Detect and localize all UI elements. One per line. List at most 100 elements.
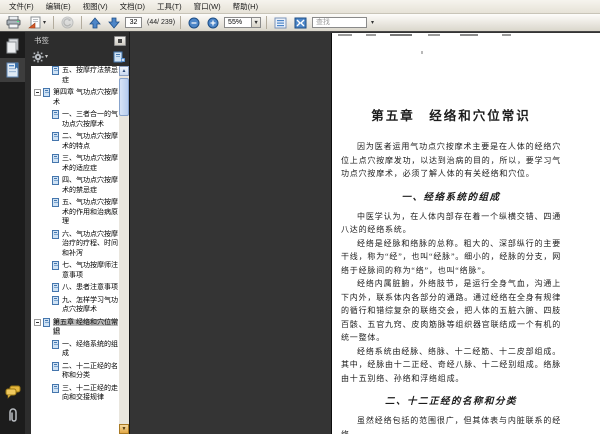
bookmark-label[interactable]: 三、十二正经的走向和交接规律: [62, 385, 118, 402]
scrollbar-thumb[interactable]: [119, 78, 129, 116]
bookmark-item[interactable]: 一、三者合一的气功点穴按摩术: [33, 110, 118, 129]
bookmarks-panel-header: 书签: [25, 32, 129, 49]
bookmarks-options-row: ▾: [25, 49, 129, 66]
print-icon: [6, 16, 21, 29]
collapse-expander-icon[interactable]: [34, 318, 41, 326]
page-number-input[interactable]: [125, 17, 143, 28]
bookmark-page-icon: [52, 261, 59, 270]
fit-page-icon: [294, 17, 307, 28]
bookmark-label[interactable]: 九、怎样学习气功点穴按摩术: [62, 297, 118, 314]
scan-noise: [428, 34, 440, 36]
bookmark-page-icon: [52, 132, 59, 141]
bookmark-item[interactable]: 七、气功按摩师注意事项: [33, 261, 118, 280]
email-button[interactable]: ▾: [26, 15, 48, 30]
bookmark-label[interactable]: 一、三者合一的气功点穴按摩术: [62, 111, 118, 128]
email-dropdown-caret[interactable]: ▾: [43, 19, 46, 26]
page-text-block: 虽然经络包括的范围很广，但其体表与内脏联系的经络，: [341, 416, 561, 434]
bookmark-label[interactable]: 六、气功点穴按摩治疗的疗程、时间和补泻: [62, 231, 118, 257]
bookmark-item[interactable]: 五、按摩疗法禁忌症: [33, 66, 118, 85]
previous-page-icon: [89, 16, 101, 28]
zoom-level-select[interactable]: 55% ▼: [224, 17, 262, 28]
bookmark-label[interactable]: 三、气功点穴按摩术的适应症: [62, 155, 118, 172]
previous-view-button[interactable]: [59, 15, 76, 30]
bookmark-label[interactable]: 第四章 气功点穴按摩术: [53, 89, 118, 106]
bookmark-item[interactable]: 四、气功点穴按摩术的禁忌症: [33, 176, 118, 195]
scan-noise: [421, 51, 423, 54]
menu-item[interactable]: 帮助(H): [227, 0, 264, 13]
bookmarks-tree-container: 五、按摩疗法禁忌症 第四章 气功点穴按摩术 一、三者合一的气功点穴按摩术 二、气…: [31, 66, 129, 434]
bookmark-page-icon: [52, 295, 59, 305]
tab-attachments[interactable]: [0, 404, 25, 428]
print-button[interactable]: [4, 15, 23, 30]
bookmark-label[interactable]: 五、气功点穴按摩术的作用和治病原理: [62, 199, 118, 225]
bookmark-label[interactable]: 四、气功点穴按摩术的禁忌症: [62, 177, 118, 194]
expand-current-bookmark-button[interactable]: [113, 51, 125, 63]
options-menu-button[interactable]: ▾: [32, 51, 48, 63]
fit-width-button[interactable]: [272, 15, 289, 30]
bookmark-item[interactable]: 三、气功点穴按摩术的适应症: [33, 154, 118, 173]
page-text-block: 因为医者运用气功点穴按摩术主要是在人体的经络穴位上点穴按摩发功，以达到治病的目的…: [341, 142, 561, 178]
bookmark-page-icon: [43, 317, 50, 327]
scroll-up-button[interactable]: ▲: [119, 66, 129, 76]
document-pane[interactable]: 第五章 经络和穴位常识 因为医者运用气功点穴按摩术主要是在人体的经络穴位上点穴按…: [130, 32, 600, 434]
fit-page-button[interactable]: [292, 15, 309, 30]
bookmark-label[interactable]: 二、十二正经的名称和分类: [62, 363, 118, 380]
bookmark-item[interactable]: 九、怎样学习气功点穴按摩术: [33, 295, 118, 315]
paperclip-icon: [8, 408, 17, 422]
page-text-block: 中医学认为，在人体内部存在着一个纵横交错、四通八达的经络系统。: [341, 211, 561, 235]
zoom-in-button[interactable]: [205, 15, 221, 30]
bookmarks-panel-menu-button[interactable]: [114, 35, 126, 46]
bookmark-item[interactable]: 一、经络系统的组成: [33, 339, 118, 359]
bookmark-item[interactable]: 六、气功点穴按摩治疗的疗程、时间和补泻: [33, 229, 118, 259]
bookmark-label[interactable]: 第五章 经络和穴位常识: [53, 318, 118, 335]
tab-bookmarks[interactable]: [0, 58, 25, 82]
bookmark-label[interactable]: 七、气功按摩师注意事项: [62, 262, 118, 279]
menu-item[interactable]: 窗口(W): [188, 0, 227, 13]
toolbar: ▾ (44/ 239): [0, 14, 600, 32]
menu-item[interactable]: 工具(T): [151, 0, 188, 13]
toolbar-separator: [266, 16, 268, 29]
page-content: 第五章 经络和穴位常识 因为医者运用气功点穴按摩术主要是在人体的经络穴位上点穴按…: [341, 105, 561, 434]
page-count-label: (44/ 239): [147, 19, 176, 26]
bookmark-item[interactable]: 第四章 气功点穴按摩术: [33, 88, 118, 107]
previous-page-button[interactable]: [87, 15, 103, 30]
menu-item[interactable]: 文档(D): [114, 0, 151, 13]
toolbar-separator: [81, 16, 83, 29]
bookmark-item[interactable]: 八、患者注意事项: [33, 283, 118, 293]
bookmark-label[interactable]: 八、患者注意事项: [62, 284, 118, 291]
main-body: 书签 ▾ 五、按摩疗法禁忌症 第四章 气功点穴按摩术 一、三者合一的气功点穴按摩…: [0, 32, 600, 434]
search-input[interactable]: [312, 17, 368, 28]
bookmark-item[interactable]: 二、十二正经的名称和分类: [33, 361, 118, 381]
bookmark-item[interactable]: 二、气功点穴按摩术的特点: [33, 132, 118, 151]
pdf-page[interactable]: 第五章 经络和穴位常识 因为医者运用气功点穴按摩术主要是在人体的经络穴位上点穴按…: [331, 33, 600, 434]
options-caret-icon: ▾: [45, 54, 49, 60]
bookmark-item[interactable]: 第五章 经络和穴位常识: [33, 317, 118, 337]
menu-item[interactable]: 文件(F): [3, 0, 40, 13]
bookmarks-scrollbar[interactable]: ▲ ▼: [119, 66, 129, 434]
page-text-block: 经络内属脏腑，外络肢节，是运行全身气血，沟通上下内外，联系体内各部分的通路。通过…: [341, 279, 561, 342]
menu-item[interactable]: 编辑(E): [40, 0, 77, 13]
email-icon: [28, 16, 41, 29]
zoom-dropdown-caret[interactable]: ▼: [252, 17, 262, 28]
bookmark-label[interactable]: 二、气功点穴按摩术的特点: [62, 133, 118, 150]
fit-width-icon: [274, 17, 287, 28]
page-text-block: 经络系统由经脉、络脉、十二经筋、十二皮部组成。其中，经脉由十二正经、奇经八脉、十…: [341, 346, 561, 383]
bookmark-item[interactable]: 五、气功点穴按摩术的作用和治病原理: [33, 198, 118, 227]
tab-comments[interactable]: [0, 380, 25, 404]
navigation-tab-strip: [0, 32, 25, 434]
pages-icon: [6, 38, 19, 54]
bookmark-item[interactable]: 三、十二正经的走向和交接规律: [33, 383, 118, 403]
scan-noise: [502, 34, 511, 36]
collapse-expander-icon[interactable]: [34, 89, 41, 96]
search-dropdown-icon[interactable]: ▾: [371, 19, 374, 26]
page-text-block: 一、经络系统的组成: [401, 192, 501, 203]
tab-pages[interactable]: [0, 34, 25, 58]
bookmark-label[interactable]: 一、经络系统的组成: [62, 341, 118, 358]
bookmarks-icon: [6, 62, 19, 78]
bookmark-page-icon: [52, 339, 59, 349]
next-page-button[interactable]: [106, 15, 122, 30]
bookmark-label[interactable]: 五、按摩疗法禁忌症: [62, 67, 118, 84]
scroll-down-button[interactable]: ▼: [119, 424, 129, 434]
menu-item[interactable]: 视图(V): [77, 0, 114, 13]
zoom-out-button[interactable]: [186, 15, 202, 30]
